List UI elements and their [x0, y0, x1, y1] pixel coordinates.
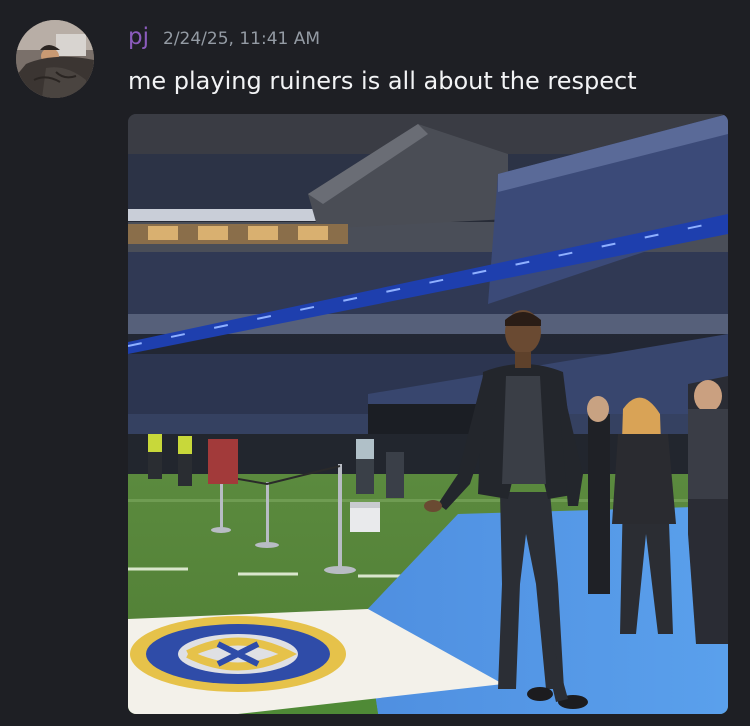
message-text: me playing ruiners is all about the resp…	[128, 67, 637, 95]
image-attachment[interactable]	[128, 114, 728, 714]
image-attachment-icon	[128, 114, 728, 714]
message-header: pj 2/24/25, 11:41 AM	[128, 24, 320, 56]
message-timestamp: 2/24/25, 11:41 AM	[163, 29, 321, 49]
author-name[interactable]: pj	[128, 24, 149, 50]
user-avatar[interactable]	[16, 20, 94, 98]
chat-message: pj 2/24/25, 11:41 AM me playing ruiners …	[0, 0, 750, 726]
user-avatar-icon	[16, 20, 94, 98]
